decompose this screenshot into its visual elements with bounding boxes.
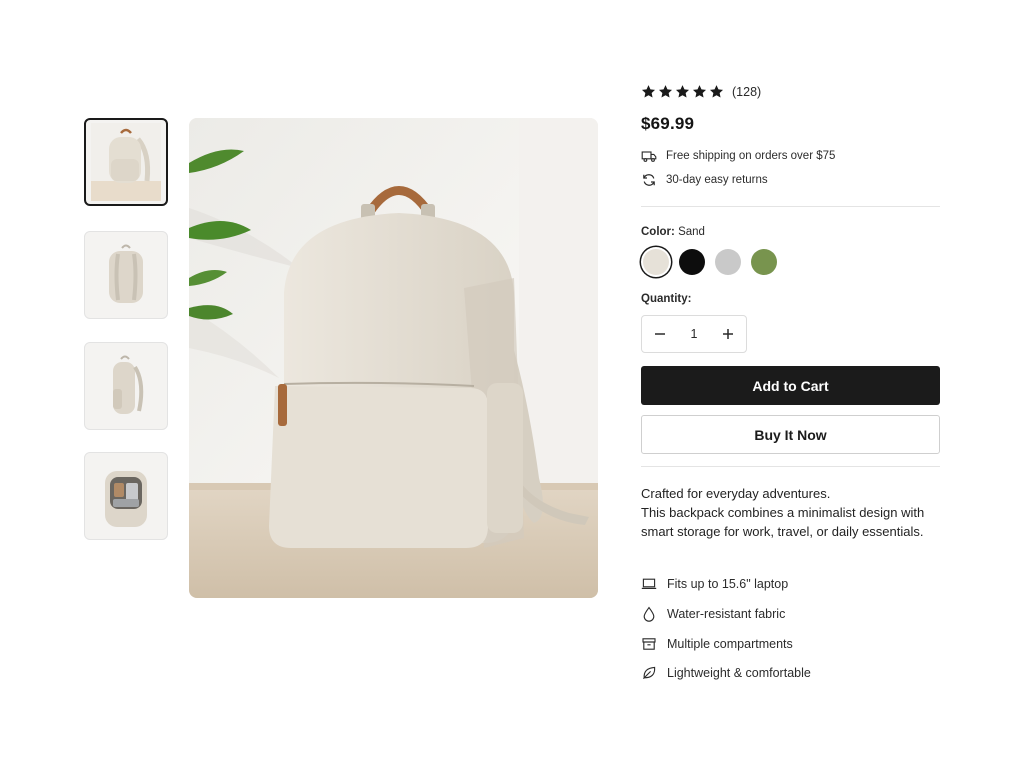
swatch-gray[interactable]	[715, 249, 741, 275]
increment-button[interactable]	[720, 326, 736, 342]
backpack-side-thumb	[91, 347, 161, 425]
backpack-back-thumb	[91, 236, 161, 314]
color-label-key: Color:	[641, 226, 675, 238]
feature-label: Water-resistant fabric	[667, 607, 786, 621]
feature-item: Fits up to 15.6" laptop	[641, 576, 788, 592]
feature-label: Lightweight & comfortable	[667, 666, 811, 680]
product-main-image	[189, 118, 598, 598]
star-icon	[658, 85, 673, 98]
minus-icon	[655, 333, 665, 335]
quantity-stepper: 1	[641, 315, 747, 353]
color-value: Sand	[678, 226, 705, 238]
returns-info: 30-day easy returns	[641, 172, 768, 188]
swatch-sand[interactable]	[643, 249, 669, 275]
feature-item: Multiple compartments	[641, 636, 793, 652]
description-line-1: Crafted for everyday adventures.	[641, 486, 831, 501]
quantity-input[interactable]: 1	[691, 327, 698, 341]
swatch-black[interactable]	[679, 249, 705, 275]
thumbnail-back[interactable]	[84, 231, 168, 319]
water-drop-icon	[643, 606, 655, 622]
thumbnail-side[interactable]	[84, 342, 168, 430]
quantity-label: Quantity:	[641, 293, 692, 305]
product-description: Crafted for everyday adventures. This ba…	[641, 484, 941, 541]
price: $69.99	[641, 114, 695, 133]
rating: (128)	[641, 84, 761, 99]
star-icon	[692, 85, 707, 98]
plus-icon	[722, 329, 733, 339]
archive-box-icon	[642, 638, 656, 650]
star-icon	[641, 85, 656, 98]
decrement-button[interactable]	[652, 326, 668, 342]
laptop-icon	[641, 578, 657, 589]
leaf-icon	[643, 666, 656, 679]
swatch-olive[interactable]	[751, 249, 777, 275]
add-to-cart-button[interactable]: Add to Cart	[641, 366, 940, 405]
color-label: Color: Sand	[641, 226, 705, 238]
backpack-open-thumb	[91, 457, 161, 535]
returns-text: 30-day easy returns	[666, 174, 768, 186]
thumbnail-open[interactable]	[84, 452, 168, 540]
truck-icon	[641, 151, 657, 162]
shipping-text: Free shipping on orders over $75	[666, 150, 836, 162]
backpack-front-angle-thumb	[91, 123, 161, 201]
divider	[641, 206, 940, 207]
backpack-hero-illustration	[189, 118, 598, 598]
shipping-info: Free shipping on orders over $75	[641, 148, 835, 164]
star-icon	[675, 85, 690, 98]
star-icon	[709, 85, 724, 98]
refresh-icon	[643, 174, 655, 186]
description-line-2: This backpack combines a minimalist desi…	[641, 505, 925, 539]
feature-item: Water-resistant fabric	[641, 606, 785, 622]
feature-label: Multiple compartments	[667, 637, 793, 651]
feature-label: Fits up to 15.6" laptop	[667, 577, 789, 591]
review-count[interactable]: (128)	[732, 85, 761, 99]
divider	[641, 466, 940, 467]
thumbnail-front-angle[interactable]	[84, 118, 168, 206]
color-swatches	[641, 249, 777, 275]
buy-now-button[interactable]: Buy It Now	[641, 415, 940, 454]
feature-item: Lightweight & comfortable	[641, 665, 811, 681]
